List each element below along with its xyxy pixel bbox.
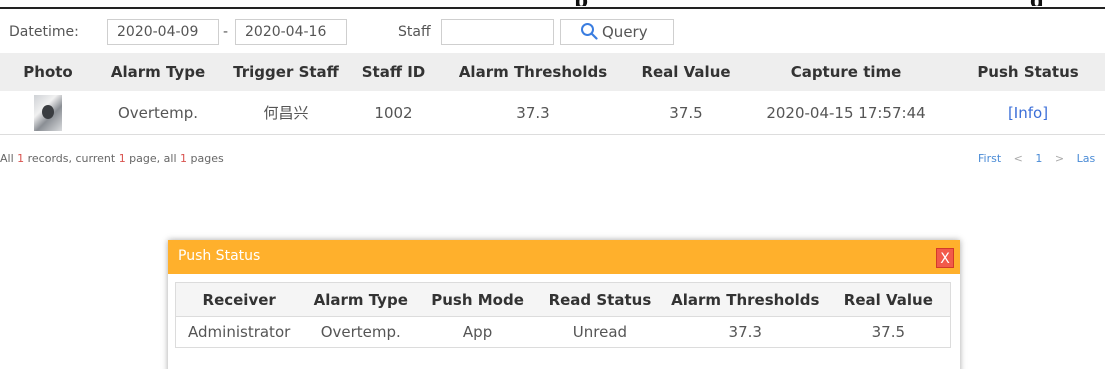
photo-cell (0, 91, 96, 135)
query-button-label: Query (602, 23, 648, 41)
trigger-staff-cell: 何昌兴 (220, 91, 352, 135)
capture-time-cell: 2020-04-15 17:57:44 (741, 91, 951, 135)
dialog-header[interactable]: Push Status X (168, 240, 960, 274)
caption-rule (0, 7, 1105, 9)
records-text: records, current (24, 152, 119, 165)
date-to-input[interactable]: 2020-04-16 (235, 19, 347, 45)
alarm-type-cell: Overtemp. (96, 91, 220, 135)
current-page-number: 1 (118, 152, 126, 165)
close-button[interactable]: X (936, 248, 954, 268)
total-pages: 1 (180, 152, 187, 165)
staff-label: Staff (398, 24, 431, 40)
alarm-thresholds-cell: 37.3 (663, 316, 827, 348)
push-status-table: Receiver Alarm Type Push Mode Read Statu… (175, 282, 951, 348)
search-icon (581, 23, 598, 40)
push-table-header-row: Receiver Alarm Type Push Mode Read Statu… (175, 282, 951, 317)
column-header-alarm-thresholds[interactable]: Alarm Thresholds (435, 53, 631, 91)
table-row: Administrator Overtemp. App Unread 37.3 … (175, 316, 951, 348)
column-header-read-status: Read Status (536, 282, 664, 317)
pagination: First < 1 > Las (978, 152, 1104, 165)
caption-fragment-right: g (1030, 0, 1044, 6)
records-all-text: All (0, 152, 18, 165)
column-header-alarm-type: Alarm Type (302, 282, 420, 317)
column-header-capture-time[interactable]: Capture time (741, 53, 951, 91)
query-button[interactable]: Query (560, 19, 674, 45)
push-status-cell: [Info] (951, 91, 1105, 135)
date-from-input[interactable]: 2020-04-09 (107, 19, 219, 45)
next-page-link[interactable]: > (1055, 152, 1064, 165)
push-status-dialog: Push Status X Receiver Alarm Type Push M… (168, 240, 960, 369)
column-header-alarm-thresholds: Alarm Thresholds (663, 282, 827, 317)
table-header-row: Photo Alarm Type Trigger Staff Staff ID … (0, 53, 1105, 91)
column-header-photo[interactable]: Photo (0, 53, 96, 91)
page-number-link[interactable]: 1 (1035, 152, 1042, 165)
staff-id-cell: 1002 (352, 91, 435, 135)
column-header-real-value: Real Value (826, 282, 951, 317)
date-separator: - (223, 24, 229, 40)
page-text: page, all (125, 152, 180, 165)
alarm-type-cell: Overtemp. (302, 316, 420, 348)
alarm-thresholds-cell: 37.3 (435, 91, 631, 135)
dialog-title: Push Status (178, 248, 261, 264)
column-header-alarm-type[interactable]: Alarm Type (96, 53, 220, 91)
first-page-link[interactable]: First (978, 152, 1001, 165)
filter-bar: Datetime: 2020-04-09 - 2020-04-16 Staff … (0, 19, 1105, 47)
receiver-cell: Administrator (175, 316, 303, 348)
alarm-table: Photo Alarm Type Trigger Staff Staff ID … (0, 53, 1105, 135)
pages-text: pages (187, 152, 224, 165)
page: p g Datetime: 2020-04-09 - 2020-04-16 St… (0, 0, 1105, 369)
column-header-staff-id[interactable]: Staff ID (352, 53, 435, 91)
column-header-trigger-staff[interactable]: Trigger Staff (220, 53, 352, 91)
records-summary: All 1 records, current 1 page, all 1 pag… (0, 152, 224, 165)
document-caption: p g (0, 0, 1105, 6)
column-header-push-mode: Push Mode (419, 282, 536, 317)
column-header-receiver: Receiver (175, 282, 303, 317)
column-header-push-status[interactable]: Push Status (951, 53, 1105, 91)
push-status-info-link[interactable]: [Info] (1008, 104, 1048, 122)
last-page-link[interactable]: Las (1077, 152, 1096, 165)
datetime-label: Datetime: (9, 24, 79, 40)
read-status-cell: Unread (536, 316, 664, 348)
caption-fragment-left: p (574, 0, 588, 6)
real-value-cell: 37.5 (631, 91, 741, 135)
prev-page-link[interactable]: < (1014, 152, 1023, 165)
column-header-real-value[interactable]: Real Value (631, 53, 741, 91)
staff-input[interactable] (441, 19, 554, 45)
push-mode-cell: App (419, 316, 536, 348)
photo-thumbnail[interactable] (34, 94, 62, 131)
table-row: Overtemp. 何昌兴 1002 37.3 37.5 2020-04-15 … (0, 91, 1105, 135)
real-value-cell: 37.5 (826, 316, 951, 348)
